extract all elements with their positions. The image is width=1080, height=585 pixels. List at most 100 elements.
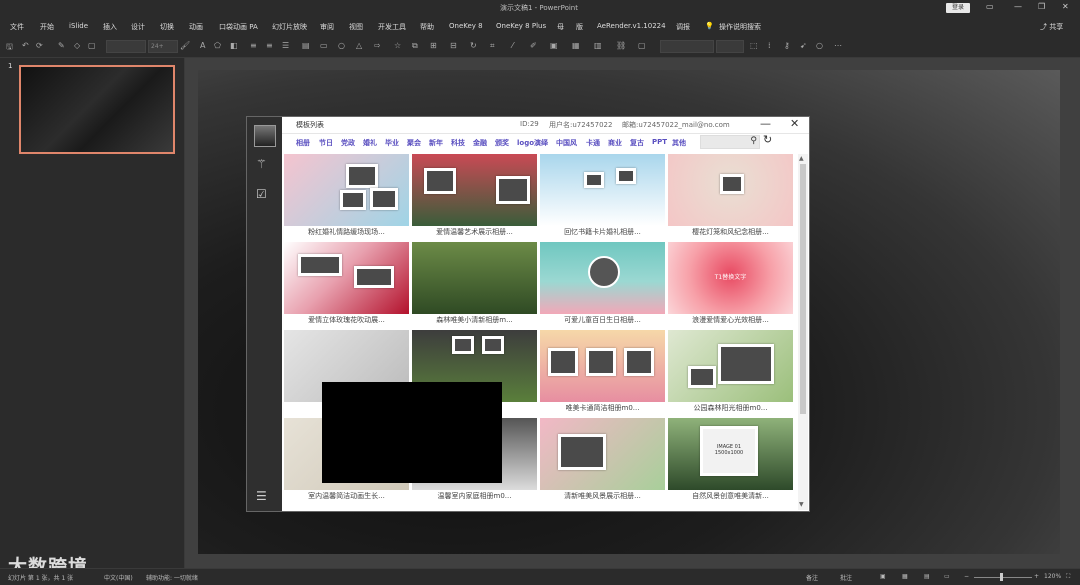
- template-card[interactable]: 粉红婚礼情路缓场现场...: [284, 154, 409, 239]
- tab-review[interactable]: 审阅: [320, 22, 334, 32]
- shape-fill-icon[interactable]: ⬠: [214, 41, 221, 50]
- tab-view[interactable]: 视图: [349, 22, 363, 32]
- category-business[interactable]: 商业: [608, 138, 622, 148]
- grid-scrollbar[interactable]: ▲ ▼: [798, 154, 808, 510]
- category-logo[interactable]: logo演绎: [517, 138, 548, 148]
- category-awards[interactable]: 颁奖: [495, 138, 509, 148]
- category-wedding[interactable]: 婚礼: [363, 138, 377, 148]
- tab-animations[interactable]: 动画: [189, 22, 203, 32]
- save-icon[interactable]: 🖫: [6, 41, 13, 55]
- link-icon[interactable]: ⛓: [616, 41, 626, 50]
- star-icon[interactable]: ☆: [394, 41, 401, 50]
- tab-help[interactable]: 帮助: [420, 22, 434, 32]
- login-button[interactable]: 登录: [946, 3, 970, 13]
- scroll-down-icon[interactable]: ▼: [799, 501, 804, 508]
- circle-icon[interactable]: ○: [338, 41, 345, 50]
- tab-insert[interactable]: 插入: [103, 22, 117, 32]
- share-button[interactable]: ⤴ 共享: [1040, 22, 1063, 32]
- shapes-icon[interactable]: ◇: [74, 41, 80, 50]
- tab-file[interactable]: 文件: [10, 22, 24, 32]
- tab-ban[interactable]: 版: [576, 22, 583, 32]
- zoom-slider[interactable]: [974, 577, 1032, 578]
- category-cartoon[interactable]: 卡通: [586, 138, 600, 148]
- align-left-icon[interactable]: ≡: [250, 41, 257, 50]
- accessibility-status[interactable]: 辅助功能: 一切就绪: [146, 573, 198, 582]
- picture-icon[interactable]: ▣: [550, 41, 558, 50]
- category-tech[interactable]: 科技: [451, 138, 465, 148]
- category-festival[interactable]: 节日: [319, 138, 333, 148]
- template-card[interactable]: 回忆书籍卡片婚礼相册...: [540, 154, 665, 239]
- search-icon[interactable]: ⚲: [750, 136, 757, 146]
- eyedropper-icon[interactable]: ⁄: [512, 41, 513, 50]
- category-new-year[interactable]: 新年: [429, 138, 443, 148]
- align-icon[interactable]: ⊟: [450, 41, 457, 50]
- zoom-out-icon[interactable]: −: [964, 573, 969, 580]
- template-card[interactable]: 公园森林阳光相册m0...: [668, 330, 793, 415]
- close-icon[interactable]: ✕: [1062, 2, 1069, 11]
- reading-view-icon[interactable]: ▤: [924, 573, 930, 580]
- category-other[interactable]: 其他: [672, 138, 686, 148]
- notes-button[interactable]: 备注: [806, 573, 818, 582]
- record-icon[interactable]: ○: [816, 41, 823, 50]
- scroll-thumb[interactable]: [800, 164, 806, 414]
- arrange-icon[interactable]: ⊞: [430, 41, 437, 50]
- tell-me-search[interactable]: 操作说明搜索: [719, 22, 761, 32]
- align-center-icon[interactable]: ≡: [266, 41, 273, 50]
- text-box-icon[interactable]: ▤: [302, 41, 310, 50]
- template-card[interactable]: IMAGE 01 1500x1000 自然风景创意唯美清新...: [668, 418, 793, 503]
- ribbon-display-icon[interactable]: ▭: [986, 2, 994, 11]
- cursor-icon[interactable]: ➹: [800, 41, 807, 50]
- refresh-icon[interactable]: ↻: [763, 133, 772, 146]
- template-card[interactable]: 可爱儿童百日生日相册...: [540, 242, 665, 327]
- tab-islide[interactable]: iSlide: [69, 22, 88, 30]
- tab-home[interactable]: 开始: [40, 22, 54, 32]
- tab-slideshow[interactable]: 幻灯片放映: [272, 22, 307, 32]
- tab-diaobao[interactable]: 调报: [676, 22, 690, 32]
- menu-icon[interactable]: ☰: [256, 489, 267, 503]
- select-icon[interactable]: ⬚: [750, 41, 758, 50]
- category-retro[interactable]: 复古: [630, 138, 644, 148]
- key-icon[interactable]: ⚷: [784, 41, 790, 50]
- group-icon[interactable]: ⧉: [412, 41, 418, 51]
- tab-design[interactable]: 设计: [131, 22, 145, 32]
- format-painter-icon[interactable]: ✎: [58, 41, 65, 50]
- language[interactable]: 中文(中国): [104, 573, 133, 582]
- highlight-icon[interactable]: ◧: [230, 41, 238, 50]
- tab-aerender[interactable]: AeRender.v1.10224: [597, 22, 666, 30]
- scroll-up-icon[interactable]: ▲: [799, 155, 804, 162]
- template-card[interactable]: 爱情立体玫瑰花吹动展...: [284, 242, 409, 327]
- redo-icon[interactable]: ⟳: [36, 41, 43, 50]
- font-size-box[interactable]: 24+: [148, 40, 178, 53]
- table-icon[interactable]: ▦: [572, 41, 580, 50]
- tab-onekey8[interactable]: OneKey 8: [449, 22, 483, 30]
- template-card[interactable]: 樱花灯笼和风纪念相册...: [668, 154, 793, 239]
- pointer-icon[interactable]: ⁞: [768, 41, 771, 50]
- close-panel-icon[interactable]: ✕: [790, 117, 799, 130]
- template-card[interactable]: 爱情温馨艺术展示相册...: [412, 154, 537, 239]
- comments-button[interactable]: 批注: [840, 573, 852, 582]
- arrow-icon[interactable]: ⇨: [374, 41, 381, 50]
- template-card[interactable]: T1替换文字 浪漫爱情爱心光效相册...: [668, 242, 793, 327]
- size-box-2[interactable]: [716, 40, 744, 53]
- minimize-panel-icon[interactable]: —: [760, 117, 771, 130]
- template-card[interactable]: 清新唯美风景展示相册...: [540, 418, 665, 503]
- rotate-icon[interactable]: ↻: [470, 41, 477, 50]
- crop-icon[interactable]: ⌗: [490, 41, 495, 51]
- template-card[interactable]: 唯美卡通简洁相册m0...: [540, 330, 665, 415]
- zoom-in-icon[interactable]: +: [1034, 573, 1039, 580]
- user-avatar[interactable]: [254, 125, 276, 147]
- tab-mu[interactable]: 母: [557, 22, 564, 32]
- slide-sorter-icon[interactable]: ▦: [902, 573, 908, 580]
- category-album[interactable]: 相册: [296, 138, 310, 148]
- brush-icon[interactable]: 🖌: [180, 41, 190, 50]
- outline-icon[interactable]: ▢: [88, 41, 96, 50]
- category-gathering[interactable]: 聚会: [407, 138, 421, 148]
- slideshow-icon[interactable]: ▭: [944, 573, 950, 580]
- rectangle-icon[interactable]: ▭: [320, 41, 328, 50]
- category-chinese[interactable]: 中国风: [556, 138, 577, 148]
- chart-icon[interactable]: ▥: [594, 41, 602, 50]
- zoom-level[interactable]: 120%: [1044, 573, 1061, 580]
- normal-view-icon[interactable]: ▣: [880, 573, 886, 580]
- minimize-icon[interactable]: —: [1014, 2, 1022, 11]
- list-icon[interactable]: ☰: [282, 41, 289, 50]
